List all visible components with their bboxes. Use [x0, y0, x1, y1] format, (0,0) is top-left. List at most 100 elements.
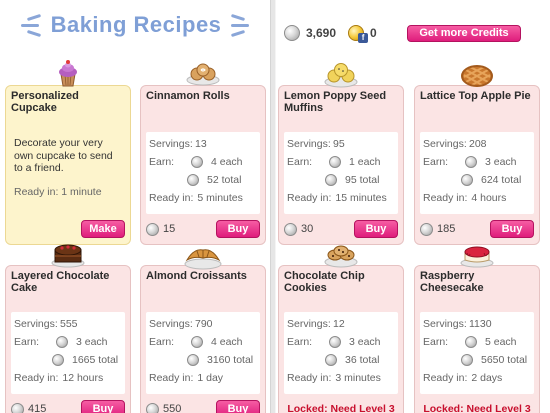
recipe-details: Decorate your very own cupcake to send t… — [11, 132, 125, 214]
ready-value: 4 hours — [471, 192, 507, 204]
servings-label: Servings: — [423, 138, 467, 150]
make-button[interactable]: Make — [81, 220, 125, 238]
earn-label: Earn: — [287, 156, 313, 168]
recipe-name: Lemon Poppy Seed Muffins — [284, 90, 387, 114]
coin-icon — [420, 222, 433, 236]
buy-button[interactable]: Buy — [490, 220, 534, 238]
coins-balance: 3,690 — [306, 26, 337, 40]
recipe-card-almond-croissants: Almond Croissants Servings: 790 Earn: 4 ea… — [140, 265, 266, 413]
coin-icon — [191, 336, 203, 348]
earn-total: 52 total — [207, 174, 242, 186]
ready-label: Ready in: — [423, 192, 468, 204]
price-value: 30 — [301, 223, 314, 235]
muffins-icon — [324, 62, 358, 88]
recipe-details: Servings: 790 Earn: 4 each 3160 total Read… — [146, 312, 260, 394]
apple-pie-icon — [460, 60, 494, 88]
buy-button[interactable]: Buy — [216, 400, 260, 413]
recipe-name: Personalized Cupcake — [11, 90, 79, 114]
credits-balance: 0 — [370, 26, 377, 40]
facebook-credits-icon: f — [348, 25, 369, 43]
recipe-details: Servings: 95 Earn: 1 each 95 total Ready i… — [284, 132, 398, 214]
cupcake-icon — [53, 58, 83, 88]
page-header: Baking Recipes — [8, 6, 262, 44]
coin-icon — [11, 402, 24, 413]
price-value: 550 — [163, 403, 182, 413]
recipe-name: Layered Chocolate Cake — [11, 270, 110, 294]
buy-button[interactable]: Buy — [216, 220, 260, 238]
recipe-details: Servings: 208 Earn: 3 each 624 total Ready… — [420, 132, 534, 214]
servings-label: Servings: — [287, 138, 331, 150]
servings-label: Servings: — [14, 318, 58, 330]
ready-value: 5 minutes — [197, 192, 243, 204]
get-more-credits-button[interactable]: Get more Credits — [407, 25, 521, 42]
ready-label: Ready in: — [14, 372, 59, 384]
coin-icon — [461, 174, 473, 186]
earn-total: 1665 total — [72, 354, 119, 366]
price-value: 185 — [437, 223, 456, 235]
earn-total: 624 total — [481, 174, 522, 186]
locked-message: Locked: Need Level 3 — [423, 403, 531, 413]
coin-icon — [465, 156, 477, 168]
title-decoration-left — [20, 13, 41, 37]
coin-icon — [284, 222, 297, 236]
recipe-name: Almond Croissants — [146, 270, 247, 282]
coin-icon — [52, 354, 64, 366]
earn-total: 3160 total — [207, 354, 254, 366]
coin-icon — [329, 156, 341, 168]
recipe-name: Cinnamon Rolls — [146, 90, 230, 102]
ready-value: 1 day — [197, 372, 224, 384]
servings-label: Servings: — [149, 138, 193, 150]
recipe-price: 15 — [146, 222, 176, 236]
recipe-price: 550 — [146, 402, 182, 413]
currency-bar: 3,690 f 0 — [284, 22, 377, 44]
buy-button[interactable]: Buy — [354, 220, 398, 238]
recipe-card-chocolate-chip-cookies: Chocolate Chip Cookies Servings: 12 Earn:… — [278, 265, 404, 413]
earn-label: Earn: — [423, 156, 449, 168]
earn-each: 3 each — [349, 336, 381, 348]
chocolate-cake-icon — [51, 240, 85, 268]
ready-value: 2 days — [471, 372, 503, 384]
recipe-card-layered-chocolate-cake: Layered Chocolate Cake Servings: 555 Earn… — [5, 265, 131, 413]
earn-each: 3 each — [485, 156, 517, 168]
recipe-card-lemon-poppy-seed-muffins: Lemon Poppy Seed Muffins Servings: 95 Ear… — [278, 85, 404, 245]
earn-label: Earn: — [149, 156, 175, 168]
earn-each: 5 each — [485, 336, 517, 348]
cheesecake-icon — [460, 240, 494, 268]
buy-button[interactable]: Buy — [81, 400, 125, 413]
recipe-details: Servings: 12 Earn: 3 each 36 total Ready i… — [284, 312, 398, 394]
coin-icon — [461, 354, 473, 366]
recipe-price: 415 — [11, 402, 46, 413]
coin-icon — [56, 336, 68, 348]
coin-icon — [191, 156, 203, 168]
earn-total: 36 total — [345, 354, 380, 366]
earn-label: Earn: — [423, 336, 449, 348]
coin-icon — [146, 402, 159, 413]
recipe-name: Lattice Top Apple Pie — [420, 90, 531, 102]
croissants-icon — [184, 244, 222, 270]
page-title: Baking Recipes — [50, 12, 222, 37]
ready-value: 15 minutes — [335, 192, 387, 204]
earn-each: 1 each — [349, 156, 381, 168]
servings-label: Servings: — [287, 318, 331, 330]
recipe-name: Chocolate Chip Cookies — [284, 270, 365, 294]
ready-value: 3 minutes — [335, 372, 381, 384]
recipe-price: 30 — [284, 222, 314, 236]
recipe-description: Decorate your very own cupcake to send t… — [14, 137, 113, 174]
coin-icon — [325, 354, 337, 366]
recipe-card-lattice-top-apple-pie: Lattice Top Apple Pie Servings: 208 Earn:… — [414, 85, 540, 245]
locked-message: Locked: Need Level 3 — [287, 403, 395, 413]
coin-icon — [284, 25, 300, 41]
ready-value: 12 hours — [62, 372, 104, 384]
servings-value: 555 — [60, 318, 78, 330]
coin-icon — [329, 336, 341, 348]
ready-time: Ready in: 1 minute — [14, 185, 102, 198]
price-value: 15 — [163, 223, 176, 235]
servings-label: Servings: — [423, 318, 467, 330]
earn-label: Earn: — [149, 336, 175, 348]
recipe-details: Servings: 555 Earn: 3 each 1665 total Read… — [11, 312, 125, 394]
earn-each: 3 each — [76, 336, 108, 348]
servings-value: 13 — [195, 138, 207, 150]
servings-value: 12 — [333, 318, 345, 330]
recipe-card-personalized-cupcake: Personalized Cupcake Decorate your very … — [5, 85, 131, 245]
coin-icon — [325, 174, 337, 186]
